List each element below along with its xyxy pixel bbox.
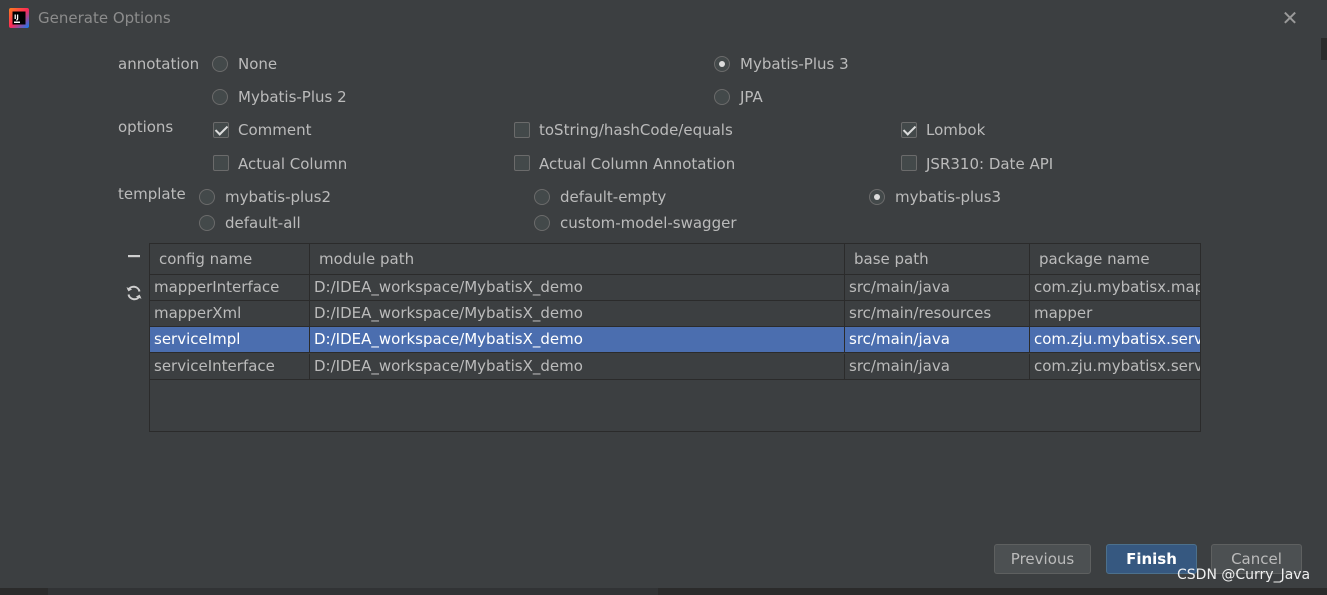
checkbox-actual-column-annotation-label[interactable]: Actual Column Annotation <box>539 155 735 173</box>
table-row[interactable]: mapperXml D:/IDEA_workspace/MybatisX_dem… <box>150 301 1200 327</box>
checkbox-actual-column-label[interactable]: Actual Column <box>238 155 347 173</box>
radio-template-default-empty[interactable] <box>534 189 550 205</box>
checkbox-tostring[interactable] <box>514 122 530 138</box>
checkbox-jsr310-label[interactable]: JSR310: Date API <box>926 155 1053 173</box>
radio-jpa-label[interactable]: JPA <box>740 88 763 106</box>
checkbox-jsr310[interactable] <box>901 155 917 171</box>
dialog-title-bar <box>0 0 1327 38</box>
checkbox-comment-label[interactable]: Comment <box>238 121 312 139</box>
watermark: CSDN @Curry_Java <box>1177 567 1311 583</box>
radio-none-label[interactable]: None <box>238 55 277 73</box>
cell-base-path[interactable]: src/main/resources <box>845 301 1030 326</box>
radio-mybatis-plus-2[interactable] <box>212 89 228 105</box>
radio-mybatis-plus-2-label[interactable]: Mybatis-Plus 2 <box>238 88 347 106</box>
table-toolbar <box>118 243 150 432</box>
close-icon[interactable]: ✕ <box>1281 8 1299 28</box>
cell-package-name[interactable]: mapper <box>1030 301 1200 326</box>
radio-template-mybatis-plus3[interactable] <box>869 189 885 205</box>
checkbox-actual-column[interactable] <box>213 155 229 171</box>
radio-mybatis-plus-3-label[interactable]: Mybatis-Plus 3 <box>740 55 849 73</box>
radio-template-default-all[interactable] <box>199 215 215 231</box>
checkbox-actual-column-annotation[interactable] <box>514 155 530 171</box>
table-row-selected[interactable]: serviceImpl D:/IDEA_workspace/MybatisX_d… <box>150 327 1200 353</box>
radio-template-mybatis-plus2[interactable] <box>199 189 215 205</box>
radio-jpa[interactable] <box>714 89 730 105</box>
cell-package-name[interactable]: com.zju.mybatisx.mapper <box>1030 275 1200 300</box>
cell-base-path[interactable]: src/main/java <box>845 275 1030 300</box>
previous-button[interactable]: Previous <box>994 544 1091 574</box>
cell-package-name[interactable]: com.zju.mybatisx.service.impl <box>1030 327 1200 352</box>
intellij-idea-icon: IJ <box>9 8 29 28</box>
radio-template-custom-model-swagger[interactable] <box>534 215 550 231</box>
cell-module-path[interactable]: D:/IDEA_workspace/MybatisX_demo <box>310 327 845 352</box>
checkbox-tostring-label[interactable]: toString/hashCode/equals <box>539 121 733 139</box>
cell-package-name[interactable]: com.zju.mybatisx.service <box>1030 354 1200 379</box>
cell-config-name[interactable]: serviceInterface <box>150 354 310 379</box>
checkbox-lombok-label[interactable]: Lombok <box>926 121 985 139</box>
cell-module-path[interactable]: D:/IDEA_workspace/MybatisX_demo <box>310 275 845 300</box>
table-row[interactable]: mapperInterface D:/IDEA_workspace/Mybati… <box>150 275 1200 301</box>
minus-icon[interactable] <box>127 249 141 263</box>
radio-template-default-empty-label[interactable]: default-empty <box>560 188 666 206</box>
window-edge <box>1321 38 1327 60</box>
radio-none[interactable] <box>212 56 228 72</box>
column-header-module-path[interactable]: module path <box>310 244 845 275</box>
cell-base-path[interactable]: src/main/java <box>845 354 1030 379</box>
cell-config-name[interactable]: serviceImpl <box>150 327 310 352</box>
template-label: template <box>118 185 186 203</box>
refresh-icon[interactable] <box>125 284 143 302</box>
radio-template-mybatis-plus2-label[interactable]: mybatis-plus2 <box>225 188 331 206</box>
radio-mybatis-plus-3[interactable] <box>714 56 730 72</box>
table-row[interactable]: serviceInterface D:/IDEA_workspace/Mybat… <box>150 354 1200 380</box>
column-header-base-path[interactable]: base path <box>845 244 1030 275</box>
bottom-edge-segment <box>48 588 658 595</box>
radio-template-default-all-label[interactable]: default-all <box>225 214 301 232</box>
cell-module-path[interactable]: D:/IDEA_workspace/MybatisX_demo <box>310 301 845 326</box>
options-label: options <box>118 118 174 136</box>
cell-config-name[interactable]: mapperInterface <box>150 275 310 300</box>
dialog-title: Generate Options <box>38 9 171 27</box>
cell-base-path[interactable]: src/main/java <box>845 327 1030 352</box>
checkbox-lombok[interactable] <box>901 122 917 138</box>
column-header-config-name[interactable]: config name <box>150 244 310 275</box>
svg-text:IJ: IJ <box>14 13 19 21</box>
cell-module-path[interactable]: D:/IDEA_workspace/MybatisX_demo <box>310 354 845 379</box>
checkbox-comment[interactable] <box>213 122 229 138</box>
radio-template-mybatis-plus3-label[interactable]: mybatis-plus3 <box>895 188 1001 206</box>
annotation-label: annotation <box>118 55 200 73</box>
cell-config-name[interactable]: mapperXml <box>150 301 310 326</box>
column-header-package-name[interactable]: package name <box>1030 244 1200 275</box>
radio-template-custom-model-swagger-label[interactable]: custom-model-swagger <box>560 214 736 232</box>
